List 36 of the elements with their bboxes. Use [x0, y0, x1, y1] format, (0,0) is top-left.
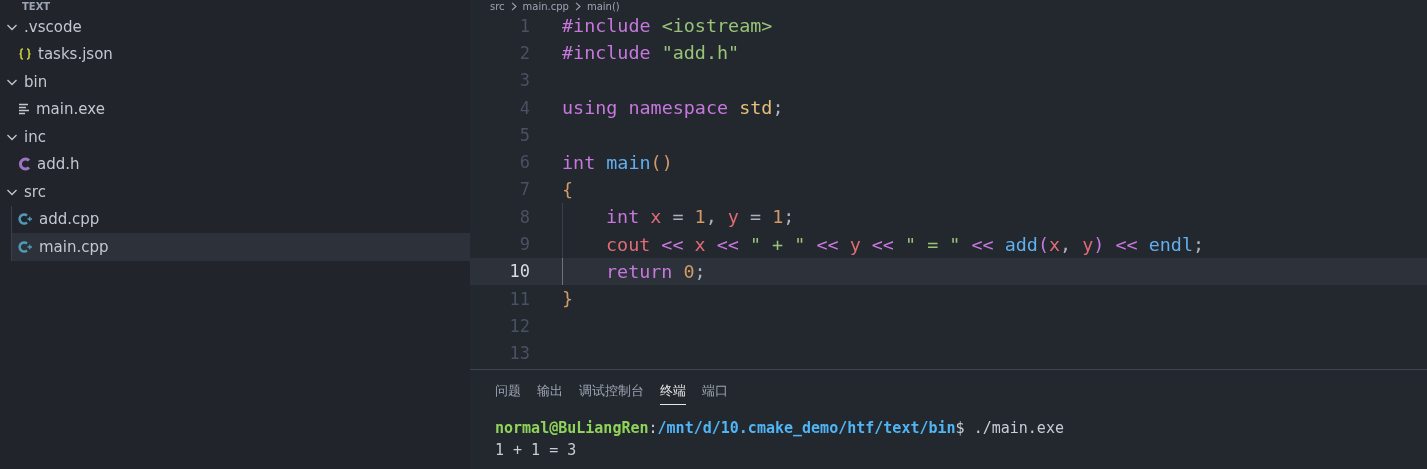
panel-tab[interactable]: 问题	[495, 382, 521, 405]
breadcrumb-item[interactable]: main.cpp	[522, 0, 569, 12]
chevron-right-icon	[574, 1, 581, 11]
chevron-right-icon	[510, 1, 517, 11]
terminal-line: normal@BuLiangRen:/mnt/d/10.cmake_demo/htf/text/bin$ ./main.exe	[495, 418, 1065, 439]
braces-icon	[18, 47, 32, 62]
folder-item[interactable]: .vscode	[0, 13, 470, 41]
panel-tab[interactable]: 输出	[537, 382, 563, 405]
line-number: 10	[508, 261, 530, 282]
folder-item[interactable]: src	[0, 178, 470, 206]
code-line: int x = 1, y = 1;	[606, 206, 795, 228]
breadcrumb-item[interactable]: main()	[586, 0, 620, 12]
code-line: return 0;	[606, 260, 706, 282]
panel-tab[interactable]: 端口	[702, 382, 728, 405]
terminal-line: 1 + 1 = 3	[495, 440, 578, 461]
c-plus-icon	[18, 212, 33, 227]
file-item[interactable]: tasks.json	[0, 40, 470, 68]
folder-item[interactable]: bin	[0, 68, 470, 96]
c-letter-icon	[18, 157, 31, 172]
panel-tab[interactable]: 终端	[660, 382, 686, 405]
code-line: using namespace std;	[562, 97, 784, 119]
code-line: cout << x << " + " << y << " = " << add(x, y) << endl;	[606, 233, 1205, 255]
code-line: {	[562, 178, 574, 200]
file-item[interactable]: main.cpp	[11, 233, 470, 261]
code-line: #include <iostream>	[562, 15, 773, 37]
lines-icon	[18, 103, 30, 116]
panel-tab[interactable]: 调试控制台	[579, 382, 644, 405]
code-line: #include "add.h"	[562, 42, 740, 64]
file-item[interactable]: add.h	[0, 150, 470, 178]
code-line: int main()	[562, 151, 673, 173]
breadcrumb-item[interactable]: src	[490, 0, 505, 12]
c-plus-icon	[18, 239, 33, 254]
explorer-title: TEXT	[22, 1, 51, 12]
folder-item[interactable]: inc	[0, 123, 470, 151]
file-item[interactable]: main.exe	[0, 95, 470, 123]
code-line: }	[562, 288, 574, 310]
